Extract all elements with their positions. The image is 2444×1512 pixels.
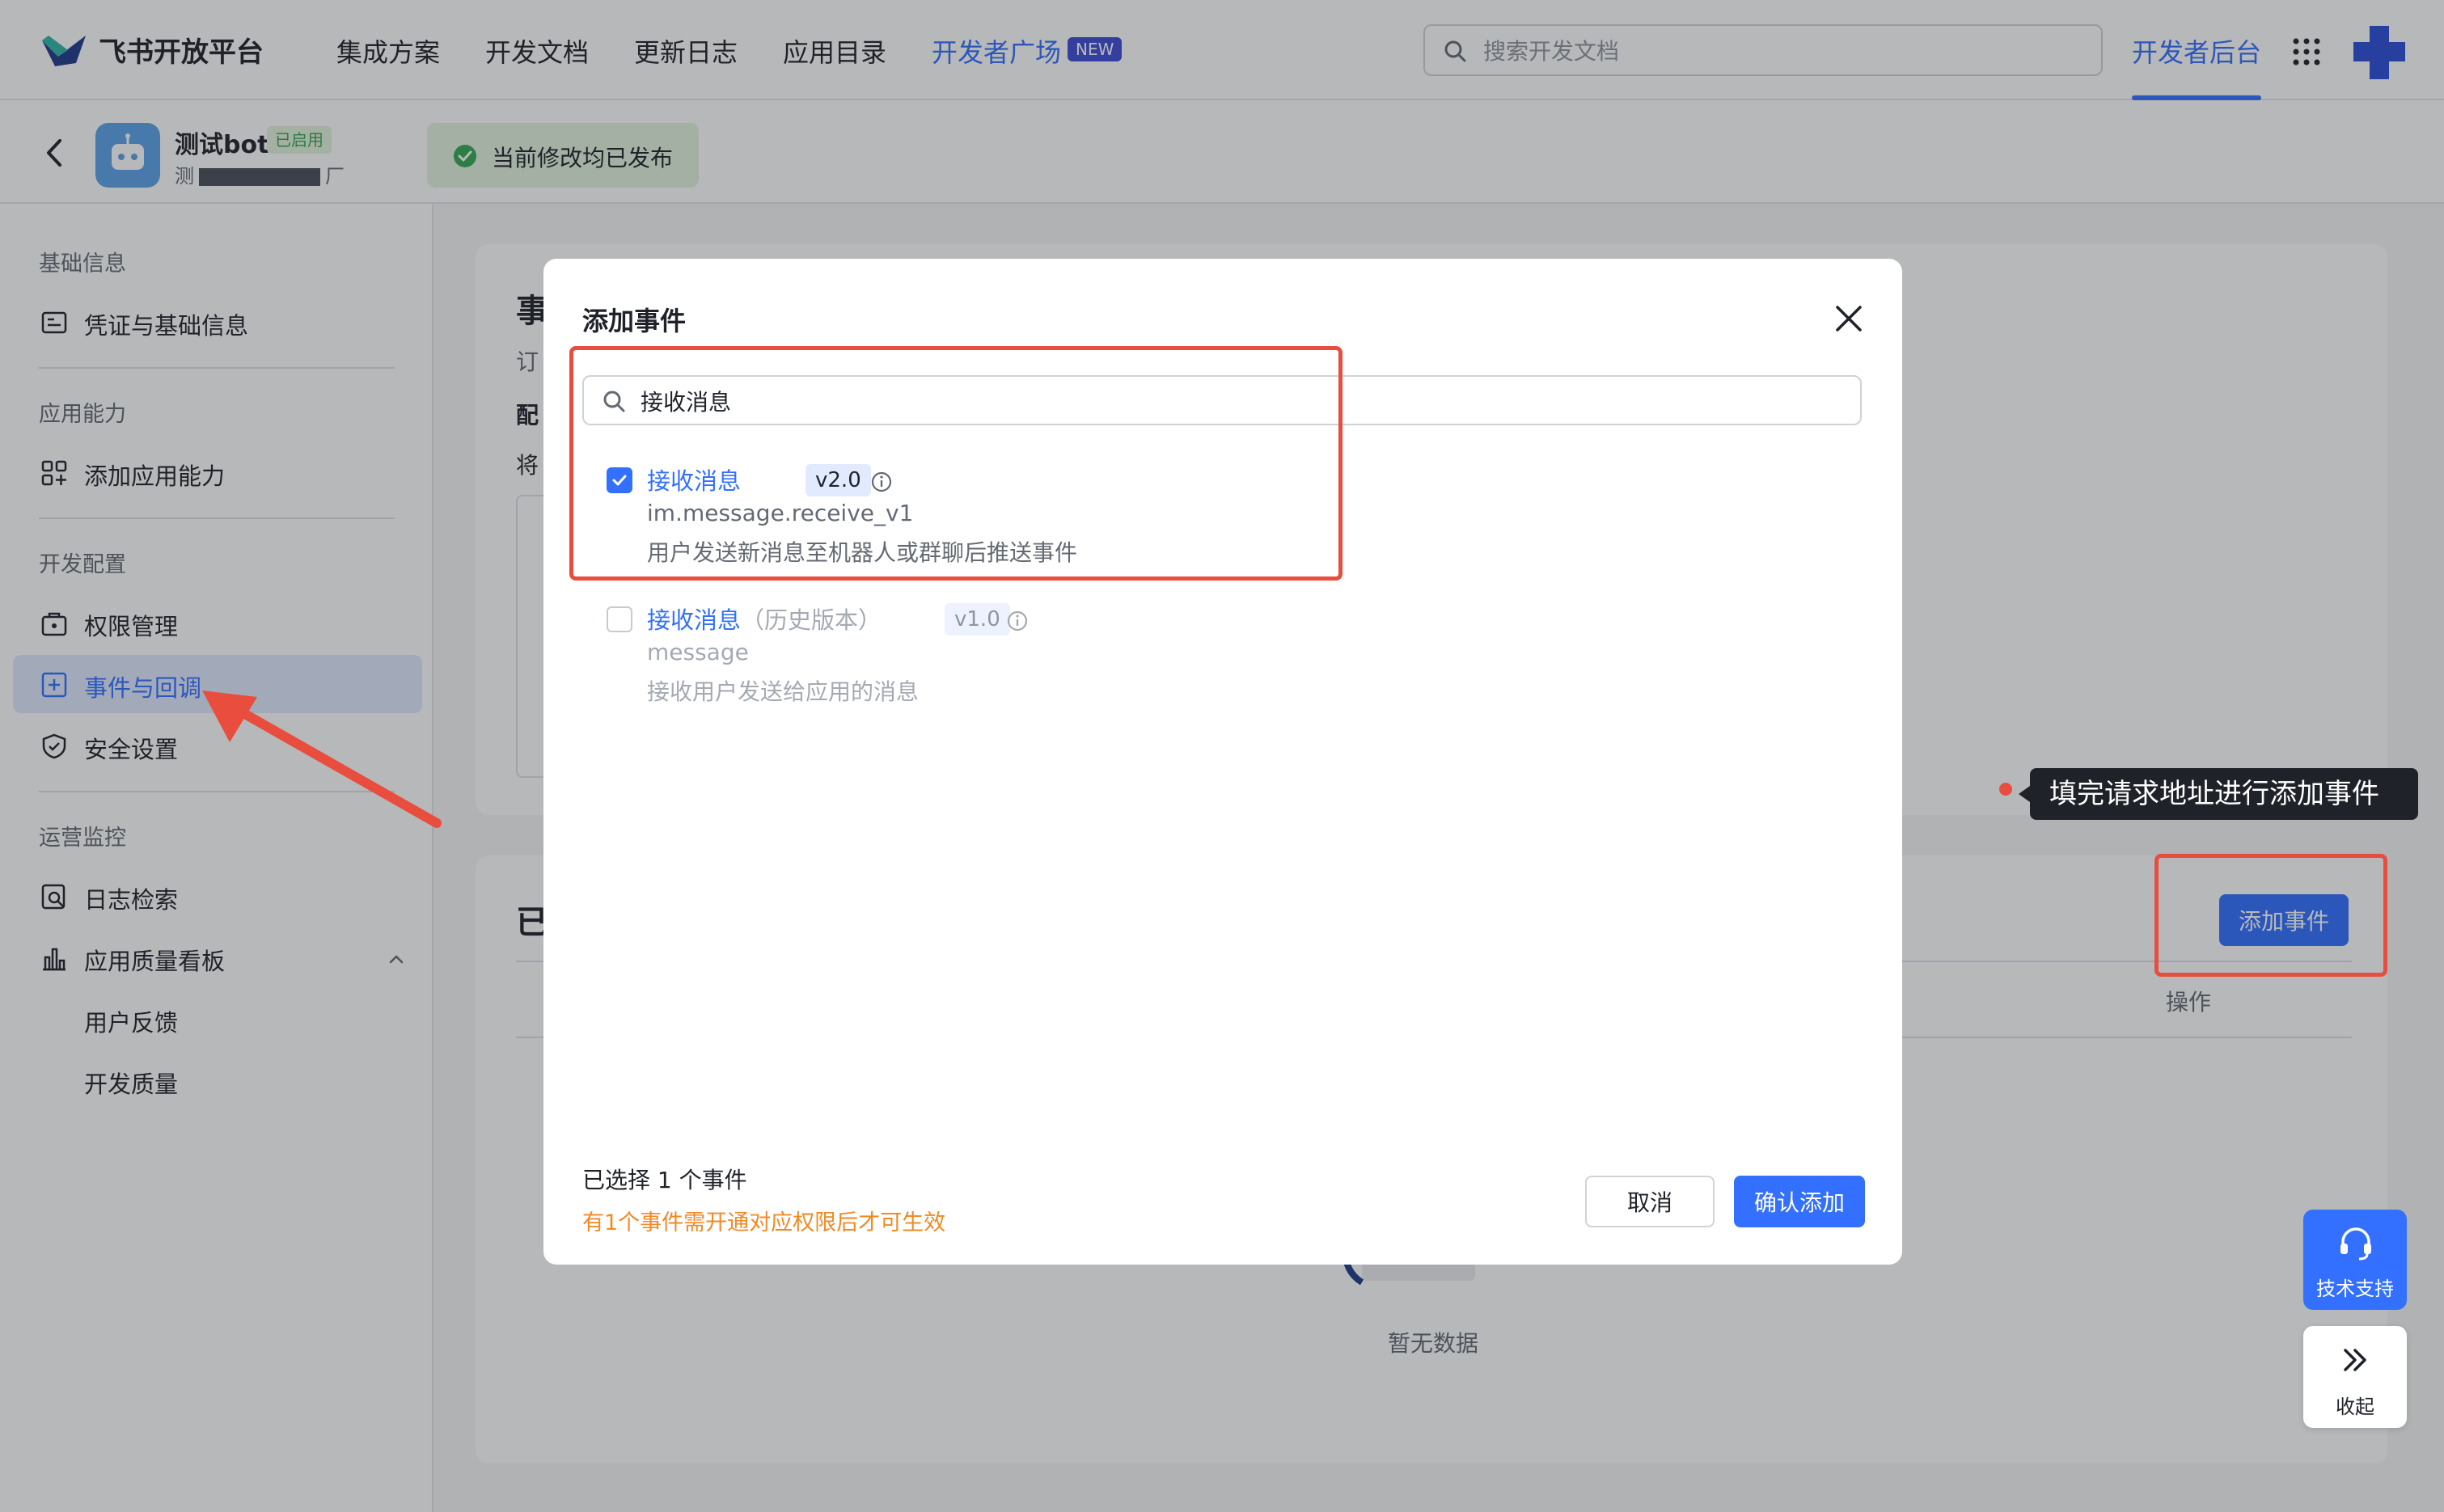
highlight-box-add-button: [2154, 854, 2387, 977]
hint-tooltip: 填完请求地址进行添加事件: [2019, 768, 2418, 820]
double-chevron-right-icon: [2344, 1349, 2366, 1371]
tech-support-label: 技术支持: [2316, 1278, 2394, 1300]
highlight-box-search-result: [569, 346, 1343, 581]
permission-warning[interactable]: 有1个事件需开通对应权限后才可生效: [582, 1205, 945, 1236]
close-icon[interactable]: [1831, 301, 1867, 336]
tech-support-button[interactable]: 技术支持: [2303, 1210, 2407, 1310]
event-description: 接收用户发送给应用的消息: [647, 678, 920, 705]
event-name-wrap: 接收消息（历史版本）: [647, 602, 882, 636]
event-version-badge: v1.0: [945, 603, 1010, 636]
confirm-add-button[interactable]: 确认添加: [1734, 1176, 1865, 1227]
dialog-title: 添加事件: [582, 306, 687, 336]
event-name-suffix: （历史版本）: [741, 606, 882, 634]
page-root: 飞书开放平台 集成方案 开发文档 更新日志 应用目录 开发者广场 NEW 开发者…: [0, 0, 2444, 1512]
collapse-label: 收起: [2336, 1396, 2374, 1418]
event-name: 接收消息: [647, 606, 742, 634]
headset-icon: [2340, 1227, 2371, 1261]
event-code: message: [647, 639, 749, 665]
info-icon[interactable]: [1006, 610, 1029, 632]
collapse-button[interactable]: 收起: [2303, 1326, 2407, 1428]
event-option-v1-legacy: 接收消息（历史版本） v1.0 message 接收用户发送给应用的消息: [607, 602, 1334, 707]
selected-count: 已选择 1 个事件: [582, 1167, 747, 1193]
hint-dot: [1999, 783, 2012, 796]
red-arrow-icon: [202, 691, 442, 828]
cancel-button[interactable]: 取消: [1585, 1176, 1715, 1227]
event-checkbox: [607, 606, 632, 632]
